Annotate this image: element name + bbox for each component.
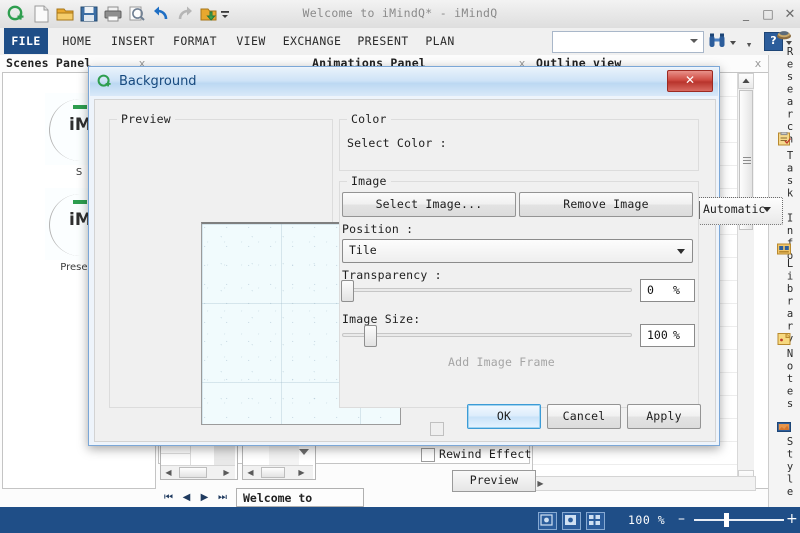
scroll-left-arrow-icon[interactable]: ◀ xyxy=(162,466,175,479)
image-size-slider-thumb[interactable] xyxy=(364,325,377,347)
tab-file[interactable]: FILE xyxy=(4,28,48,54)
nav-last-button[interactable]: ⏭ xyxy=(214,490,231,506)
image-group-label: Image xyxy=(347,174,391,188)
outline-h-scrollbar[interactable]: ▶ xyxy=(532,476,756,491)
transparency-slider-track[interactable] xyxy=(342,288,632,292)
zoom-in-button[interactable]: + xyxy=(786,511,798,527)
right-tab-style[interactable]: Style xyxy=(772,436,796,499)
toolbar-overflow-icon[interactable] xyxy=(218,4,232,24)
scenes-panel-title: Scenes Panel xyxy=(6,56,92,70)
tab-home[interactable]: HOME xyxy=(52,28,102,54)
dialog-close-button[interactable]: ✕ xyxy=(667,70,713,92)
new-document-icon[interactable] xyxy=(30,4,52,24)
image-size-unit: % xyxy=(673,328,680,342)
add-image-frame-checkbox xyxy=(430,422,444,436)
ok-button[interactable]: OK xyxy=(467,404,541,429)
cancel-button[interactable]: Cancel xyxy=(547,404,621,429)
export-icon[interactable] xyxy=(198,4,220,24)
notes-icon[interactable] xyxy=(776,332,792,346)
nav-prev-button[interactable]: ◀ xyxy=(178,490,195,506)
library-icon[interactable] xyxy=(776,242,792,256)
outline-scrollbar[interactable] xyxy=(737,73,754,486)
transparency-value-field[interactable]: 0 % xyxy=(640,279,695,302)
scrollbar-thumb[interactable] xyxy=(261,467,285,478)
image-size-value: 100 xyxy=(647,328,668,342)
right-tab-notes[interactable]: Notes xyxy=(772,348,796,411)
app-logo-icon[interactable] xyxy=(6,4,28,24)
transparency-slider-thumb[interactable] xyxy=(341,280,354,302)
transparency-value: 0 xyxy=(647,283,654,297)
window-maximize-button[interactable]: □ xyxy=(760,8,776,22)
tab-present[interactable]: PRESENT xyxy=(350,28,416,54)
tab-plan[interactable]: PLAN xyxy=(418,28,462,54)
timeline-detail-h-scrollbar[interactable]: ◀ ▶ xyxy=(243,465,313,479)
dialog-title: Background xyxy=(119,74,197,89)
ribbon-collapse-chevron-icon[interactable]: ▾ xyxy=(742,38,756,51)
research-icon[interactable] xyxy=(776,28,792,42)
position-label: Position : xyxy=(342,222,414,236)
background-dialog: Background ✕ Preview Color Select Color … xyxy=(88,66,783,446)
redo-icon xyxy=(174,4,196,24)
right-tab-research[interactable]: Research xyxy=(772,46,796,146)
style-icon[interactable] xyxy=(776,420,792,434)
nav-next-button[interactable]: ▶ xyxy=(196,490,213,506)
undo-icon[interactable] xyxy=(150,4,172,24)
tab-exchange[interactable]: EXCHANGE xyxy=(276,28,348,54)
chevron-down-icon xyxy=(763,207,771,212)
timeline-thumb-panel[interactable]: ◀ ▶ xyxy=(160,440,238,480)
position-value: Tile xyxy=(349,243,377,257)
timeline-h-scrollbar[interactable]: ◀ ▶ xyxy=(161,465,235,479)
print-preview-icon[interactable] xyxy=(126,4,148,24)
selected-color-text: Automatic xyxy=(703,202,766,216)
image-size-value-field[interactable]: 100 % xyxy=(640,324,695,347)
window-close-button[interactable]: ✕ xyxy=(782,8,798,22)
select-color-label: Select Color : xyxy=(347,136,447,150)
zoom-slider-track[interactable] xyxy=(694,519,784,521)
apply-button[interactable]: Apply xyxy=(627,404,701,429)
find-binoculars-icon[interactable] xyxy=(708,32,726,49)
zoom-out-button[interactable]: – xyxy=(678,511,685,527)
task-info-icon[interactable] xyxy=(776,131,792,146)
tab-insert[interactable]: INSERT xyxy=(104,28,162,54)
search-input[interactable] xyxy=(552,31,704,53)
window-minimize-button[interactable]: _ xyxy=(738,8,754,22)
find-options-chevron-icon[interactable] xyxy=(730,41,736,45)
chevron-down-icon xyxy=(677,249,685,254)
tab-view[interactable]: VIEW xyxy=(228,28,274,54)
print-icon[interactable] xyxy=(102,4,124,24)
scroll-up-arrow-icon[interactable] xyxy=(738,73,754,89)
add-image-frame-label: Add Image Frame xyxy=(448,355,555,369)
center-view-icon[interactable] xyxy=(562,512,581,530)
open-folder-icon[interactable] xyxy=(54,4,76,24)
remove-image-button[interactable]: Remove Image xyxy=(519,192,693,217)
preview-group-label: Preview xyxy=(117,112,175,126)
zoom-slider-thumb[interactable] xyxy=(724,513,729,527)
rewind-effect-checkbox[interactable] xyxy=(421,448,435,462)
tab-format[interactable]: FORMAT xyxy=(164,28,226,54)
scroll-right-arrow-icon[interactable]: ▶ xyxy=(220,466,233,479)
rewind-effect-label: Rewind Effect xyxy=(439,447,532,461)
chevron-down-icon xyxy=(690,39,698,43)
imindq-logo-icon xyxy=(97,74,113,90)
scroll-left-arrow-icon[interactable]: ◀ xyxy=(244,466,257,479)
position-dropdown[interactable]: Tile xyxy=(342,239,693,263)
nav-first-button[interactable]: ⏮ xyxy=(160,490,177,506)
transparency-unit: % xyxy=(673,283,680,297)
save-icon[interactable] xyxy=(78,4,100,24)
color-group-label: Color xyxy=(347,112,391,126)
transparency-label: Transparency : xyxy=(342,268,442,282)
preview-button[interactable]: Preview xyxy=(452,470,536,492)
image-size-slider-track[interactable] xyxy=(342,333,632,337)
scroll-right-arrow-icon[interactable]: ▶ xyxy=(295,466,308,479)
fit-page-icon[interactable] xyxy=(538,512,557,530)
scrollbar-thumb[interactable] xyxy=(179,467,207,478)
chevron-down-icon[interactable] xyxy=(299,449,309,455)
sheet-tab-welcome-to[interactable]: Welcome to xyxy=(236,488,364,507)
zoom-level-label: 100 % xyxy=(628,513,666,527)
outline-view-close-icon[interactable]: x xyxy=(752,57,764,70)
fit-selection-icon[interactable] xyxy=(586,512,605,530)
select-image-button[interactable]: Select Image... xyxy=(342,192,516,217)
image-size-label: Image Size: xyxy=(342,312,421,326)
timeline-detail-panel[interactable]: ◀ ▶ xyxy=(242,440,316,480)
